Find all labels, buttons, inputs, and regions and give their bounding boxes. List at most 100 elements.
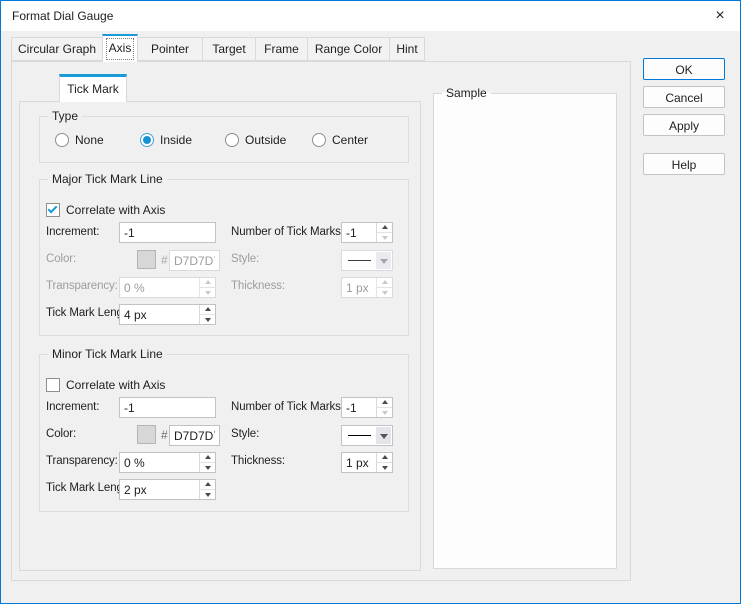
tab-hint[interactable]: Hint	[389, 37, 425, 61]
close-icon: ×	[715, 7, 725, 24]
sample-group: Sample	[433, 86, 617, 569]
transparency-spinner-minor[interactable]	[119, 452, 216, 473]
spinner-down-icon[interactable]	[377, 463, 392, 472]
number-of-tick-marks-spinner-minor[interactable]	[341, 397, 393, 418]
apply-button[interactable]: Apply	[643, 114, 725, 136]
minor-tick-mark-group: Minor Tick Mark Line Correlate with Axis…	[39, 347, 409, 512]
increment-label: Increment:	[46, 401, 100, 413]
radio-selected-icon	[140, 133, 154, 147]
correlate-with-axis-checkbox-minor[interactable]: Correlate with Axis	[46, 378, 165, 392]
spinner-up-icon[interactable]	[377, 453, 392, 463]
spinner-up-icon	[200, 278, 215, 288]
spinner-up-icon[interactable]	[200, 453, 215, 463]
tab-circular-graph[interactable]: Circular Graph	[11, 37, 103, 61]
solid-line-swatch	[348, 260, 371, 261]
spinner-value[interactable]	[120, 480, 199, 499]
color-label: Color:	[46, 428, 77, 440]
window-title: Format Dial Gauge	[12, 9, 114, 23]
minor-group-title: Minor Tick Mark Line	[48, 347, 167, 361]
spinner-down-icon	[200, 288, 215, 297]
ok-button[interactable]: OK	[643, 58, 725, 80]
number-of-tick-marks-label: Number of Tick Marks:	[231, 401, 344, 413]
transparency-spinner-major	[119, 277, 216, 298]
titlebar: Format Dial Gauge ×	[1, 1, 740, 31]
number-of-tick-marks-spinner-major[interactable]	[341, 222, 393, 243]
color-swatch-major	[137, 250, 156, 269]
style-label: Style:	[231, 428, 260, 440]
thickness-spinner-major	[341, 277, 393, 298]
thickness-label: Thickness:	[231, 455, 285, 467]
type-group: Type None Inside Outside Center	[39, 109, 409, 163]
checkbox-label: Correlate with Axis	[66, 378, 166, 392]
checkbox-label: Correlate with Axis	[66, 203, 166, 217]
spinner-down-icon[interactable]	[200, 463, 215, 472]
spinner-up-icon[interactable]	[377, 398, 392, 408]
hash-label: #	[161, 253, 168, 267]
transparency-label: Transparency:	[46, 280, 118, 292]
spinner-up-icon[interactable]	[200, 305, 215, 315]
number-of-tick-marks-label: Number of Tick Marks:	[231, 226, 344, 238]
spinner-down-icon[interactable]	[200, 490, 215, 499]
hash-label: #	[161, 428, 168, 442]
dropdown-arrow-icon[interactable]	[376, 427, 391, 444]
increment-label: Increment:	[46, 226, 100, 238]
color-label: Color:	[46, 253, 77, 265]
help-button[interactable]: Help	[643, 153, 725, 175]
tick-mark-length-spinner-minor[interactable]	[119, 479, 216, 500]
spinner-value[interactable]	[342, 398, 376, 417]
color-swatch-minor[interactable]	[137, 425, 156, 444]
spinner-value[interactable]	[342, 453, 376, 472]
radio-icon	[312, 133, 326, 147]
spinner-up-icon[interactable]	[200, 480, 215, 490]
spinner-up-icon[interactable]	[377, 223, 392, 233]
radio-icon	[55, 133, 69, 147]
format-dial-gauge-dialog: Format Dial Gauge × Circular Graph Axis …	[0, 0, 741, 604]
spinner-down-icon	[377, 288, 392, 297]
tab-axis[interactable]: Axis	[102, 34, 138, 62]
close-button[interactable]: ×	[708, 5, 732, 27]
increment-input-major[interactable]	[119, 222, 216, 243]
spinner-value[interactable]	[342, 223, 376, 242]
radio-option-inside[interactable]: Inside	[140, 133, 192, 147]
radio-option-none[interactable]: None	[55, 133, 104, 147]
color-hex-input-major	[169, 250, 220, 271]
spinner-value	[120, 278, 199, 297]
tab-pointer[interactable]: Pointer	[137, 37, 203, 61]
spinner-down-icon[interactable]	[377, 408, 392, 417]
sample-preview-area	[440, 100, 610, 562]
thickness-spinner-minor[interactable]	[341, 452, 393, 473]
transparency-label: Transparency:	[46, 455, 118, 467]
tab-range-color[interactable]: Range Color	[307, 37, 390, 61]
dropdown-arrow-icon	[376, 252, 391, 269]
spinner-down-icon[interactable]	[377, 233, 392, 242]
major-group-title: Major Tick Mark Line	[48, 172, 167, 186]
spinner-value	[342, 278, 376, 297]
style-dropdown-minor[interactable]	[341, 425, 393, 446]
correlate-with-axis-checkbox-major[interactable]: Correlate with Axis	[46, 203, 165, 217]
style-dropdown-major	[341, 250, 393, 271]
spinner-value[interactable]	[120, 305, 199, 324]
type-group-title: Type	[48, 109, 83, 123]
outer-tabstrip: Circular Graph Axis Pointer Target Frame…	[11, 34, 425, 62]
increment-input-minor[interactable]	[119, 397, 216, 418]
radio-label: None	[75, 133, 104, 147]
radio-option-center[interactable]: Center	[312, 133, 368, 147]
spinner-down-icon[interactable]	[200, 315, 215, 324]
tab-target[interactable]: Target	[202, 37, 256, 61]
style-label: Style:	[231, 253, 260, 265]
sample-group-title: Sample	[442, 86, 491, 100]
color-hex-input-minor[interactable]	[169, 425, 220, 446]
solid-line-swatch	[348, 435, 371, 436]
cancel-button[interactable]: Cancel	[643, 86, 725, 108]
tab-frame[interactable]: Frame	[255, 37, 308, 61]
tick-mark-length-spinner-major[interactable]	[119, 304, 216, 325]
checkbox-unchecked-icon	[46, 378, 60, 392]
radio-option-outside[interactable]: Outside	[225, 133, 286, 147]
spinner-value[interactable]	[120, 453, 199, 472]
radio-label: Inside	[160, 133, 193, 147]
tab-tick-mark[interactable]: Tick Mark	[59, 74, 127, 102]
radio-label: Center	[332, 133, 369, 147]
checkbox-checked-icon	[46, 203, 60, 217]
radio-label: Outside	[245, 133, 287, 147]
spinner-up-icon	[377, 278, 392, 288]
